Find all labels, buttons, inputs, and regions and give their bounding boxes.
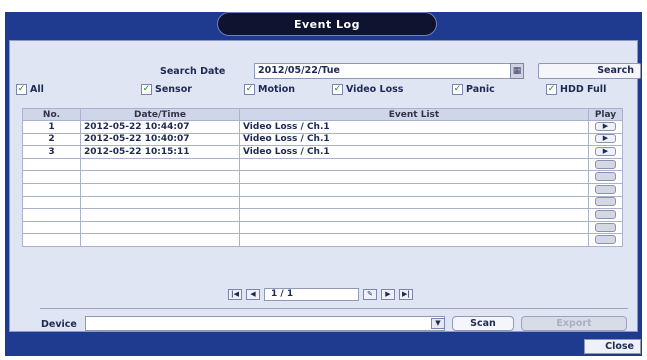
event-table: No. Date/Time Event List Play 1 2012-05-… (22, 108, 623, 247)
header-event-list: Event List (239, 108, 589, 121)
table-header-row: No. Date/Time Event List Play (22, 108, 623, 121)
play-disabled-icon: ▶ (595, 159, 616, 169)
cell-event: Video Loss / Ch.1 (239, 132, 589, 147)
cell-play: ▶ (588, 145, 623, 159)
play-disabled-icon: ▶ (595, 172, 616, 182)
checkbox-checked-icon[interactable]: ✓ (332, 84, 343, 95)
play-disabled-icon: ▶ (595, 184, 616, 194)
filter-hdd-full[interactable]: ✓ HDD Full (546, 84, 606, 95)
cell-datetime: 2012-05-22 10:40:07 (80, 132, 240, 147)
table-row[interactable]: 2 2012-05-22 10:40:07 Video Loss / Ch.1 … (22, 132, 623, 147)
filter-label: Panic (466, 84, 495, 95)
search-date-field[interactable]: 2012/05/22/Tue (254, 63, 524, 79)
device-label: Device (41, 319, 77, 330)
scan-button[interactable]: Scan (452, 316, 514, 331)
play-disabled-icon: ▶ (595, 197, 616, 207)
cell-play: ▶ (588, 132, 623, 147)
divider (40, 308, 628, 309)
header-datetime: Date/Time (80, 108, 240, 121)
checkbox-checked-icon[interactable]: ✓ (16, 84, 27, 95)
cell-datetime: 2012-05-22 10:44:07 (80, 120, 240, 134)
filter-motion[interactable]: ✓ Motion (244, 84, 295, 95)
filter-panic[interactable]: ✓ Panic (452, 84, 495, 95)
cell-no: 2 (22, 132, 81, 147)
table-row[interactable]: 1 2012-05-22 10:44:07 Video Loss / Ch.1 … (22, 120, 623, 134)
checkbox-checked-icon[interactable]: ✓ (452, 84, 463, 95)
play-icon[interactable]: ▶ (595, 134, 616, 144)
play-disabled-icon: ▶ (595, 209, 616, 219)
empty-row: ▶ (22, 233, 623, 247)
search-button[interactable]: Search (538, 63, 641, 79)
close-button[interactable]: Close (584, 339, 641, 354)
cell-event: Video Loss / Ch.1 (239, 120, 589, 134)
cell-datetime: 2012-05-22 10:15:11 (80, 145, 240, 159)
calendar-icon[interactable]: ▦ (510, 63, 524, 79)
last-page-icon[interactable]: ▶| (399, 289, 413, 300)
event-log-window: Event Log Search Date 2012/05/22/Tue ▦ S… (5, 12, 642, 356)
export-button[interactable]: Export (521, 316, 627, 331)
filter-label: Video Loss (346, 84, 404, 95)
window-title: Event Log (217, 12, 437, 36)
search-date-label: Search Date (160, 66, 226, 77)
header-no: No. (22, 108, 81, 121)
table-row[interactable]: 3 2012-05-22 10:15:11 Video Loss / Ch.1 … (22, 145, 623, 159)
empty-row: ▶ (22, 157, 623, 172)
filter-label: Sensor (155, 84, 192, 95)
pager: |◀ ◀ 1 / 1 ✎ ▶ ▶| (228, 288, 413, 301)
filter-all[interactable]: ✓ All (16, 84, 44, 95)
play-icon[interactable]: ▶ (595, 146, 616, 156)
filter-label: All (30, 84, 44, 95)
play-disabled-icon: ▶ (595, 235, 616, 245)
play-disabled-icon: ▶ (595, 222, 616, 232)
empty-row: ▶ (22, 170, 623, 184)
empty-row: ▶ (22, 220, 623, 235)
filter-label: HDD Full (560, 84, 607, 95)
empty-row: ▶ (22, 195, 623, 210)
cell-event: Video Loss / Ch.1 (239, 145, 589, 159)
play-icon[interactable]: ▶ (595, 121, 616, 131)
checkbox-checked-icon[interactable]: ✓ (141, 84, 152, 95)
cell-no: 3 (22, 145, 81, 159)
filter-sensor[interactable]: ✓ Sensor (141, 84, 192, 95)
first-page-icon[interactable]: |◀ (228, 289, 242, 300)
go-page-icon[interactable]: ✎ (363, 289, 377, 300)
device-field[interactable] (85, 316, 445, 331)
empty-row: ▶ (22, 182, 623, 197)
next-page-icon[interactable]: ▶ (381, 289, 395, 300)
chevron-down-icon[interactable]: ▼ (431, 318, 445, 329)
filter-video-loss[interactable]: ✓ Video Loss (332, 84, 403, 95)
prev-page-icon[interactable]: ◀ (246, 289, 260, 300)
page-field[interactable]: 1 / 1 (264, 288, 359, 301)
filter-label: Motion (258, 84, 296, 95)
checkbox-checked-icon[interactable]: ✓ (546, 84, 557, 95)
cell-no: 1 (22, 120, 81, 134)
header-play: Play (588, 108, 623, 121)
empty-row: ▶ (22, 208, 623, 222)
cell-play: ▶ (588, 120, 623, 134)
checkbox-checked-icon[interactable]: ✓ (244, 84, 255, 95)
